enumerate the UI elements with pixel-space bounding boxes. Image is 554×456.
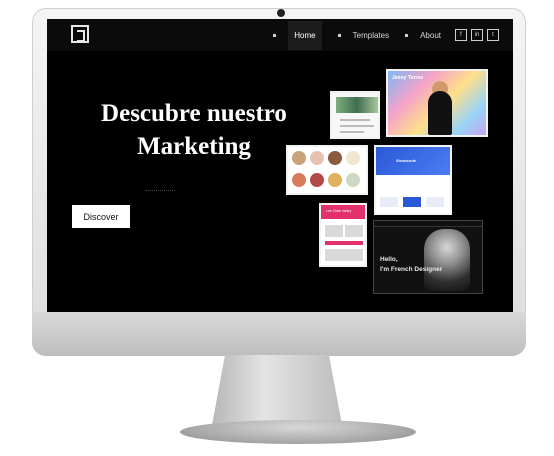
bullet-icon [405,33,409,37]
linkedin-icon[interactable]: in [471,29,483,41]
thumbnail-title: Showcode [396,158,417,163]
food-image [310,173,324,187]
twitter-icon[interactable]: t [487,29,499,41]
card [426,197,444,207]
monitor-mockup: Home Templates About f in t Descubre nue… [0,0,554,456]
food-image [328,173,342,187]
hero-title-line2: Marketing [137,133,251,160]
template-thumbnail-showcase[interactable]: Showcode [374,145,452,215]
image-block [325,225,343,237]
nav-links: Home Templates About f in t [265,19,499,51]
camera-icon [277,9,285,17]
monitor-stand-base [180,420,416,444]
nav-item-about[interactable]: About [397,19,449,51]
thumbnail-name: Jenny Torres [392,75,424,81]
hero-title-line1: Descubre nuestro [101,100,287,127]
food-image [346,151,360,165]
template-thumbnail-designer[interactable]: Hello, I'm French Designer [373,220,483,294]
thumbnail-header [374,221,482,227]
navbar: Home Templates About f in t [47,19,513,51]
logo-icon[interactable] [71,25,89,43]
monitor-stand [212,355,342,425]
monitor-chin [32,312,526,356]
hello-line2: I'm French Designer [380,266,443,273]
food-image [292,151,306,165]
facebook-icon[interactable]: f [455,29,467,41]
nav-item-label: Templates [352,30,390,40]
text-line [340,131,364,133]
template-thumbnail-portfolio[interactable]: Jenny Torres [386,69,488,137]
food-image [292,173,306,187]
template-thumbnail-profile[interactable]: Lee Clark Valley [319,203,367,267]
image-block [345,225,363,237]
bullet-icon [273,33,277,37]
nav-item-label: Home [288,20,322,50]
nav-item-home[interactable]: Home [265,19,329,51]
card [380,197,398,207]
nav-item-templates[interactable]: Templates [330,19,397,51]
nav-item-label: About [420,30,441,40]
hero-title: Descubre nuestro Marketing [79,97,309,163]
text-line [340,125,374,127]
food-image [310,151,324,165]
text-line [325,241,363,245]
food-image [328,151,342,165]
text-line [340,119,370,121]
website-screen: Home Templates About f in t Descubre nue… [47,19,513,312]
thumbnail-hello: Hello, I'm French Designer [380,255,442,275]
template-thumbnail-team[interactable] [330,91,380,139]
social-links: f in t [455,29,499,41]
card [403,197,421,207]
thumbnail-image [336,97,378,113]
divider [145,190,175,191]
food-image [346,173,360,187]
bullet-icon [337,33,341,37]
thumbnail-name: Lee Clark Valley [326,209,352,213]
hello-line1: Hello, [380,256,398,263]
template-thumbnail-food[interactable] [286,145,368,195]
discover-button[interactable]: Discover [72,205,130,228]
person-image [428,91,452,135]
image-block [325,249,363,261]
